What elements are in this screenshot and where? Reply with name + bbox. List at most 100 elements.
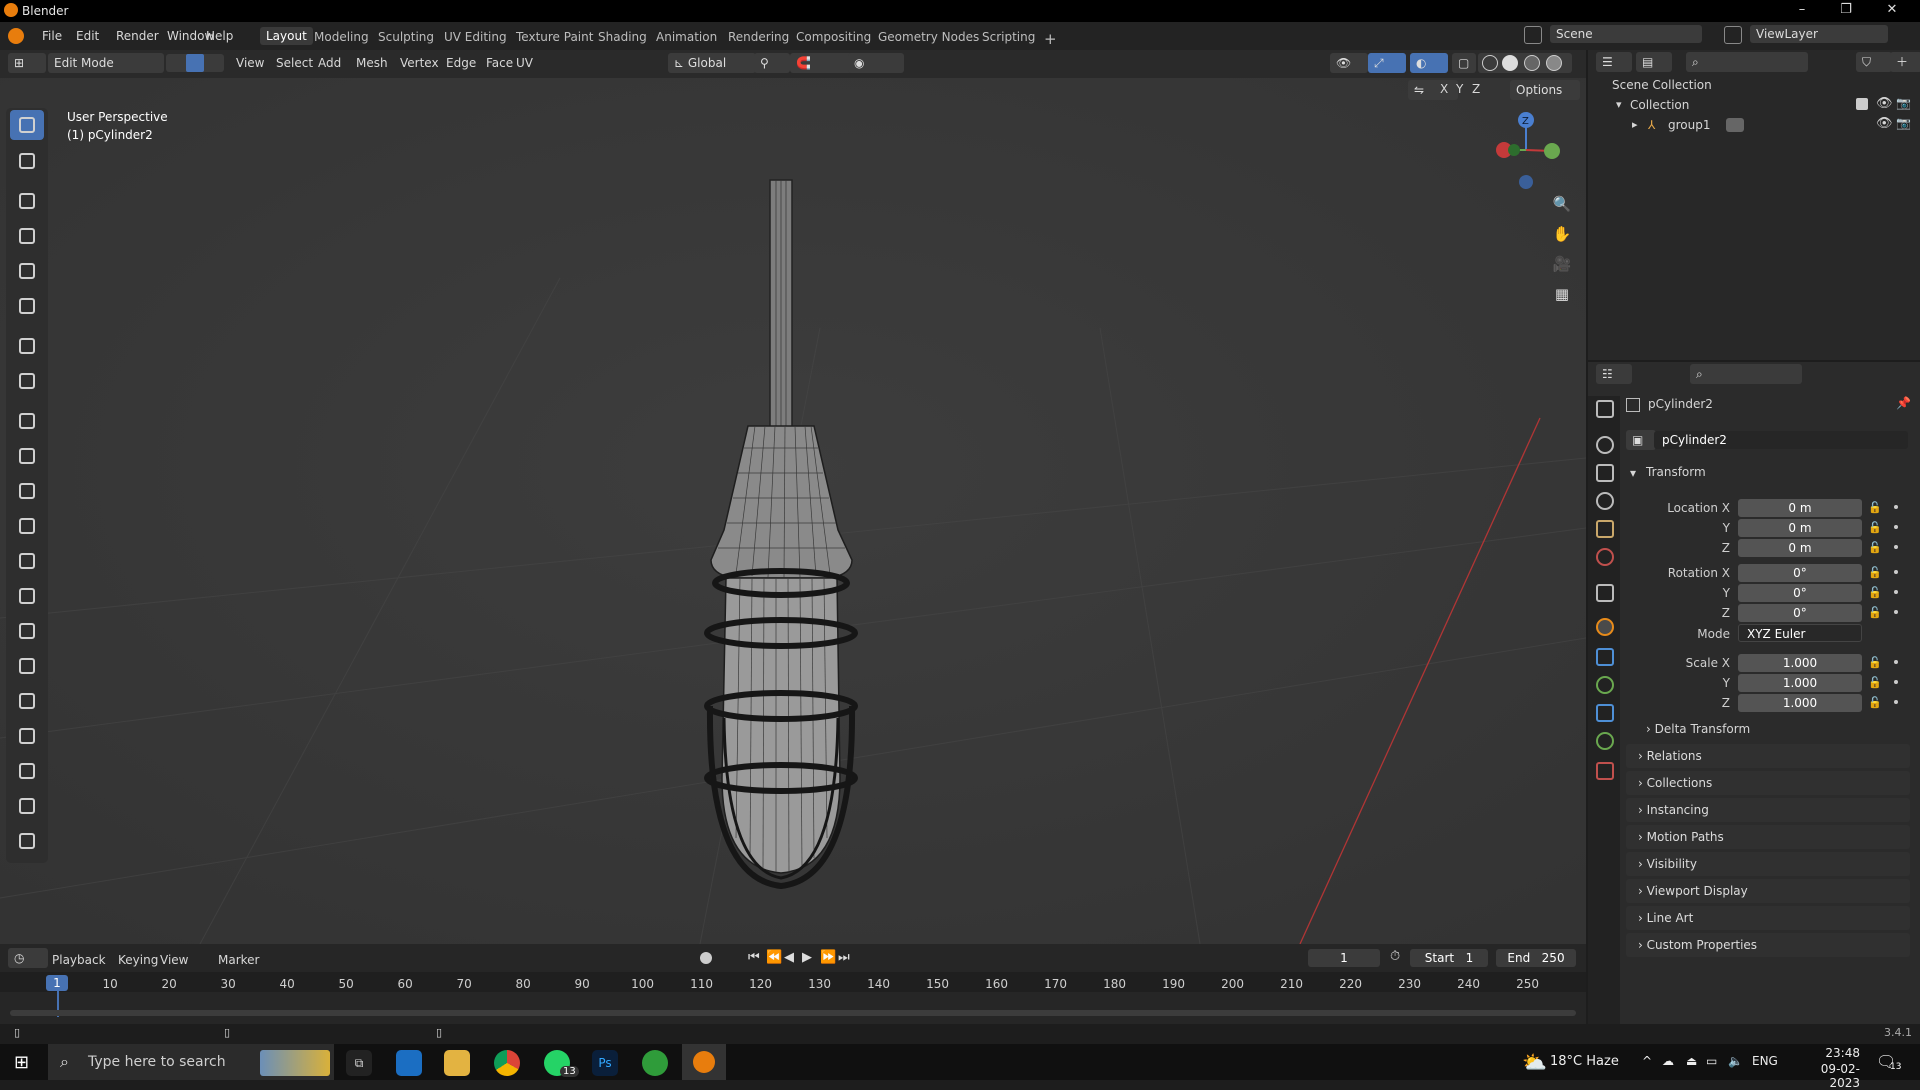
spin-tool-icon[interactable] [10, 651, 44, 681]
next-keyframe-icon[interactable]: ⏩ [820, 950, 836, 965]
collection-checkbox[interactable] [1856, 98, 1868, 110]
windows-start-icon[interactable]: ⊞ [14, 1052, 29, 1073]
timeline-editor-type[interactable]: ◷ [8, 948, 48, 968]
panel-viewport-display[interactable]: › Viewport Display [1626, 879, 1910, 903]
header-menu-view[interactable]: View [236, 56, 264, 70]
scale-y-field[interactable]: 1.000 [1738, 674, 1862, 692]
location-x-lock-icon[interactable]: 🔓 [1868, 501, 1882, 514]
poly-build-tool-icon[interactable] [10, 616, 44, 646]
onedrive-icon[interactable]: ☁ [1662, 1054, 1674, 1068]
mode-selector[interactable]: Edit Mode [48, 53, 164, 73]
panel-visibility[interactable]: › Visibility [1626, 852, 1910, 876]
location-z-keyframe-icon[interactable] [1894, 545, 1898, 549]
material-preview-button[interactable] [1524, 55, 1540, 71]
location-y-field[interactable]: 0 m [1738, 519, 1862, 537]
chrome-icon[interactable] [494, 1050, 520, 1076]
collection-expand-icon[interactable]: ▾ [1616, 98, 1622, 111]
weather-icon[interactable]: ⛅ [1522, 1050, 1547, 1074]
menu-help[interactable]: Help [206, 29, 233, 43]
edge-select-button[interactable] [186, 54, 204, 72]
playhead[interactable]: 1 [46, 975, 68, 991]
blender-taskbar-button[interactable] [682, 1044, 726, 1080]
transform-panel-title[interactable]: Transform [1646, 465, 1706, 479]
start-frame-field[interactable]: Start 1 [1410, 949, 1488, 967]
scene-tab-icon[interactable] [1596, 520, 1614, 538]
rotation-y-field[interactable]: 0° [1738, 584, 1862, 602]
scale-x-keyframe-icon[interactable] [1894, 660, 1898, 664]
annotate-tool-icon[interactable] [10, 331, 44, 361]
visibility-filter-button[interactable]: 👁 [1330, 53, 1368, 73]
output-tab-icon[interactable] [1596, 464, 1614, 482]
camera-view-icon[interactable]: 🎥 [1548, 250, 1576, 278]
scene-selector[interactable]: Scene [1550, 25, 1702, 43]
solid-shading-button[interactable] [1502, 55, 1518, 71]
rip-region-tool-icon[interactable] [10, 826, 44, 856]
location-z-field[interactable]: 0 m [1738, 539, 1862, 557]
outliner-collection[interactable]: Collection [1630, 98, 1689, 112]
object-tab-icon[interactable] [1596, 618, 1614, 636]
move-tool-icon[interactable] [10, 186, 44, 216]
tray-chevron-icon[interactable]: ^ [1642, 1054, 1652, 1068]
physics-tab-icon[interactable] [1596, 704, 1614, 722]
scale-z-field[interactable]: 1.000 [1738, 694, 1862, 712]
zoom-icon[interactable]: 🔍 [1548, 190, 1576, 218]
3d-viewport[interactable] [0, 78, 1586, 944]
location-z-lock-icon[interactable]: 🔓 [1868, 541, 1882, 554]
extrude-region-tool-icon[interactable] [10, 441, 44, 471]
weather-text[interactable]: 18°C Haze [1550, 1054, 1619, 1069]
workspace-tab-layout[interactable]: Layout [260, 27, 313, 45]
scale-z-keyframe-icon[interactable] [1894, 700, 1898, 704]
menu-edit[interactable]: Edit [76, 29, 99, 43]
header-menu-vertex[interactable]: Vertex [400, 56, 439, 70]
microsoft-store-icon[interactable] [396, 1050, 422, 1076]
gizmo-toggle-button[interactable]: ⤢ [1368, 53, 1406, 73]
end-frame-field[interactable]: End 250 [1496, 949, 1576, 967]
header-menu-edge[interactable]: Edge [446, 56, 476, 70]
navigation-gizmo[interactable]: Z [1490, 108, 1570, 198]
taskbar-search-box[interactable]: ⌕ Type here to search [48, 1044, 334, 1080]
mirror-toggle-icon[interactable]: ⇋ [1408, 80, 1458, 100]
location-x-keyframe-icon[interactable] [1894, 505, 1898, 509]
properties-search-input[interactable]: ⌕ [1690, 364, 1802, 384]
scale-tool-icon[interactable] [10, 256, 44, 286]
modifiers-tab-icon[interactable] [1596, 648, 1614, 666]
delta-transform-panel[interactable]: › Delta Transform [1646, 722, 1750, 736]
pivot-point-button[interactable]: ⚲ [754, 53, 790, 73]
header-menu-add[interactable]: Add [318, 56, 341, 70]
rendered-shading-button[interactable] [1546, 55, 1562, 71]
usb-icon[interactable]: ⏏ [1686, 1054, 1697, 1068]
transform-tool-icon[interactable] [10, 291, 44, 321]
clock-date[interactable]: 09-02-2023 [1794, 1062, 1860, 1090]
inset-faces-tool-icon[interactable] [10, 476, 44, 506]
rotation-z-keyframe-icon[interactable] [1894, 610, 1898, 614]
measure-tool-icon[interactable] [10, 366, 44, 396]
constraints-tab-icon[interactable] [1596, 732, 1614, 750]
outliner-display-mode[interactable]: ▤ [1636, 52, 1672, 72]
workspace-tab-uv-editing[interactable]: UV Editing [444, 30, 507, 44]
view-layer-icon[interactable] [1724, 26, 1742, 44]
tool-tab-icon[interactable] [1596, 400, 1614, 418]
collection-eye-icon[interactable]: 👁 [1876, 96, 1893, 111]
group-camera-icon[interactable]: 📷 [1896, 116, 1911, 130]
workspace-tab-shading[interactable]: Shading [598, 30, 647, 44]
proportional-editing-button[interactable]: ◉ [848, 53, 904, 73]
properties-editor-type[interactable]: ☷ [1596, 364, 1632, 384]
object-name-field[interactable]: pCylinder2 [1654, 431, 1908, 449]
panel-line-art[interactable]: › Line Art [1626, 906, 1910, 930]
shear-tool-icon[interactable] [10, 791, 44, 821]
play-icon[interactable]: ▶ [802, 950, 812, 965]
rotation-x-keyframe-icon[interactable] [1894, 570, 1898, 574]
group-expand-icon[interactable]: ▸ [1632, 118, 1638, 131]
photoshop-icon[interactable]: Ps [592, 1050, 618, 1076]
workspace-tab-sculpting[interactable]: Sculpting [378, 30, 434, 44]
restore-button[interactable]: ❐ [1826, 2, 1866, 20]
network-icon[interactable]: ▭ [1706, 1054, 1717, 1068]
collection-camera-icon[interactable]: 📷 [1896, 96, 1911, 110]
cursor-tool-icon[interactable] [10, 146, 44, 176]
jump-end-icon[interactable]: ⏭ [838, 950, 850, 965]
editor-type-button[interactable]: ⊞ [8, 53, 46, 73]
xray-toggle-button[interactable]: ▢ [1452, 53, 1476, 73]
timeline-menu-marker[interactable]: Marker [218, 953, 259, 967]
loop-cut-tool-icon[interactable] [10, 546, 44, 576]
outliner-group1[interactable]: group1 [1668, 118, 1711, 132]
